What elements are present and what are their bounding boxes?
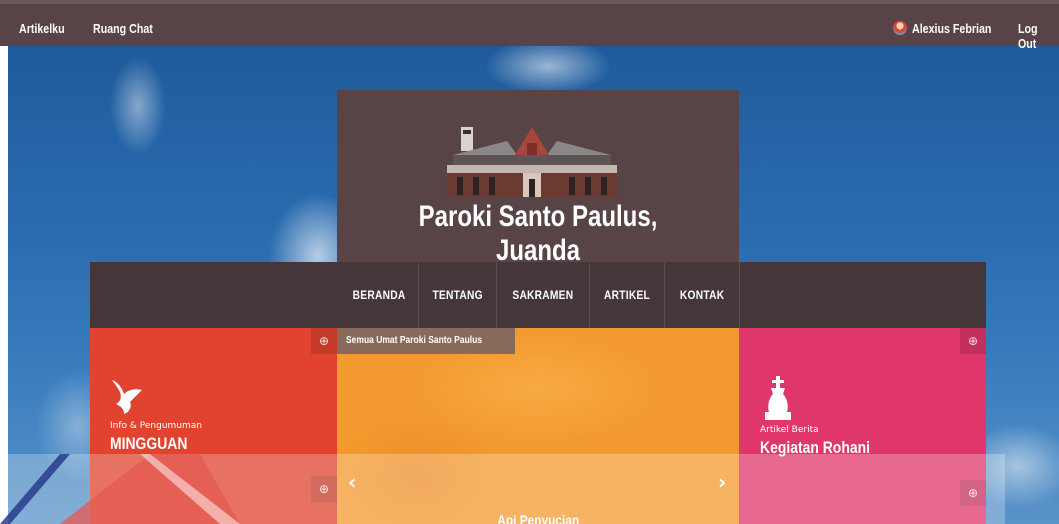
slider-caption: Semua Umat Paroki Santo Paulus [337,328,516,354]
tile-left-title: MINGGUAN [110,434,188,453]
dove-icon [112,380,142,414]
nav-item-beranda[interactable]: BERANDA [340,262,418,328]
zoom-icon[interactable]: ⊕ [311,328,337,354]
tile-right-subtitle: Artikel Berita [760,425,819,435]
topbar-link-ruang-chat[interactable]: Ruang Chat [93,21,153,36]
top-bar: Artikelku Ruang Chat Alexius Febrian Log… [0,0,1059,51]
user-name-link[interactable]: Alexius Febrian [912,21,991,36]
nav-item-sakramen[interactable]: SAKRAMEN [497,262,589,328]
topbar-link-artikelku[interactable]: Artikelku [19,21,65,36]
user-avatar-icon [893,21,907,35]
watermark-logo-icon [0,454,240,524]
slider-prev-arrow[interactable]: ‹ [348,470,356,494]
slide-title[interactable]: Api Penyucian [337,514,739,524]
zoom-icon[interactable]: ⊕ [960,328,986,354]
slider-next-arrow[interactable]: › [718,470,726,494]
site-title[interactable]: Paroki Santo Paulus, Juanda [337,200,739,268]
church-logo-icon [447,127,617,197]
nav-item-kontak[interactable]: KONTAK [665,262,739,328]
church-icon [765,376,791,420]
logout-link[interactable]: Log Out [1018,21,1052,51]
tile-left-subtitle: Info & Pengumuman [110,421,202,431]
nav-item-tentang[interactable]: TENTANG [419,262,496,328]
nav-item-artikel[interactable]: ARTIKEL [590,262,664,328]
nav-divider [739,262,740,328]
